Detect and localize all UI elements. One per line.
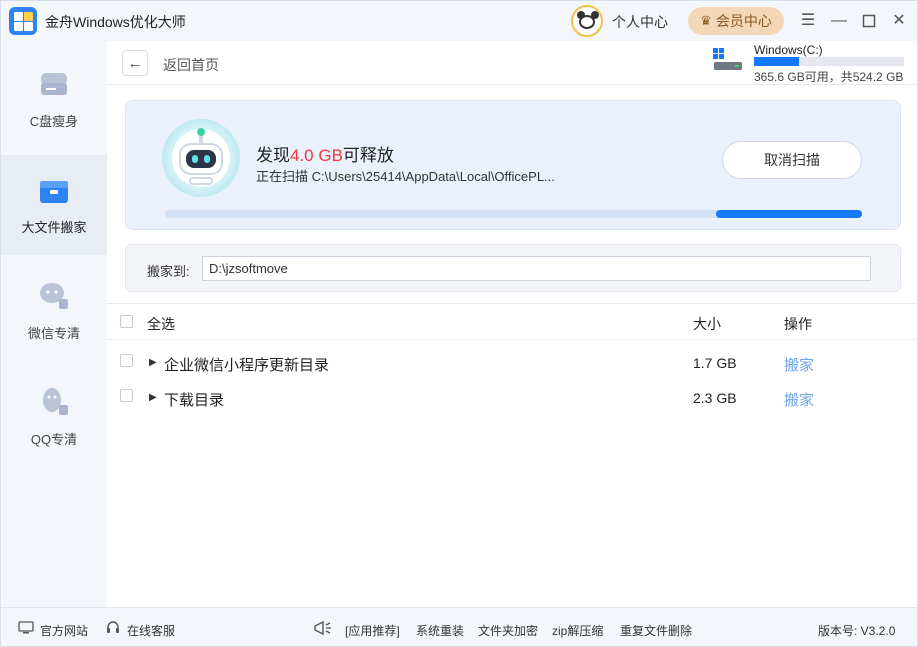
qq-clean-icon — [43, 388, 68, 415]
move-destination-label: 搬家到: — [147, 264, 190, 279]
move-action-link[interactable]: 搬家 — [784, 354, 814, 375]
title-bar: 金舟Windows优化大师 个人中心 ♛ 会员中心 ☰ — ✕ — [1, 1, 917, 41]
divider — [107, 84, 917, 85]
app-logo-icon — [9, 7, 37, 35]
footer-link-folder-encrypt[interactable]: 文件夹加密 — [478, 622, 538, 639]
app-title: 金舟Windows优化大师 — [45, 14, 186, 30]
row-checkbox[interactable] — [120, 389, 133, 402]
official-site-link[interactable]: 官方网站 — [40, 622, 88, 639]
app-recommend-link[interactable]: [应用推荐] — [345, 622, 400, 639]
row-size: 1.7 GB — [693, 355, 737, 371]
row-name: 企业微信小程序更新目录 — [164, 357, 330, 374]
sidebar-item-label: C盘瘦身 — [29, 114, 79, 129]
select-all-label[interactable]: 全选 — [147, 314, 175, 334]
row-size: 2.3 GB — [693, 390, 737, 406]
footer-link-zip[interactable]: zip解压缩 — [552, 622, 603, 639]
monitor-icon — [18, 621, 34, 634]
scan-status-card: 发现4.0 GB可释放 正在扫描 C:\Users\25414\AppData\… — [125, 100, 901, 230]
sidebar-item-wechat-clean[interactable]: 微信专清 — [1, 261, 107, 361]
sidebar-item-label: 大文件搬家 — [21, 220, 87, 235]
sidebar-item-qq-clean[interactable]: QQ专清 — [1, 367, 107, 467]
move-destination-input[interactable]: D:\jzsoftmove — [202, 256, 871, 281]
drive-usage-fill — [754, 57, 799, 66]
sidebar-item-label: 微信专清 — [27, 326, 80, 341]
column-header-size: 大小 — [693, 316, 721, 332]
user-center-link[interactable]: 个人中心 — [612, 12, 668, 32]
disk-icon — [41, 73, 67, 95]
windows-drive-icon — [713, 48, 742, 70]
cancel-scan-button[interactable]: 取消扫描 — [722, 141, 862, 179]
footer-link-system-reinstall[interactable]: 系统重装 — [416, 622, 464, 639]
footer-link-duplicate-delete[interactable]: 重复文件删除 — [620, 622, 692, 639]
expand-triangle-icon[interactable]: ▶ — [149, 357, 157, 368]
sidebar-item-large-file-move[interactable]: 大文件搬家 — [1, 155, 107, 255]
sidebar: C盘瘦身 大文件搬家 微信专清 QQ专清 — [1, 41, 107, 607]
user-avatar[interactable] — [571, 5, 603, 37]
close-icon[interactable]: ✕ — [889, 11, 909, 31]
found-size: 4.0 GB — [290, 146, 343, 165]
divider — [107, 303, 917, 304]
box-icon — [40, 181, 68, 203]
crown-icon: ♛ — [700, 13, 712, 28]
move-destination-row: 搬家到: D:\jzsoftmove — [125, 244, 901, 292]
robot-icon — [162, 119, 240, 197]
expand-triangle-icon[interactable]: ▶ — [149, 392, 157, 403]
minimize-icon[interactable]: — — [829, 11, 849, 31]
back-home-link[interactable]: 返回首页 — [163, 55, 219, 75]
footer-bar: 官方网站 在线客服 [应用推荐] 系统重装 文件夹加密 zip解压缩 重复文件删… — [1, 607, 917, 646]
row-checkbox[interactable] — [120, 354, 133, 367]
back-button[interactable]: ← — [122, 50, 148, 76]
menu-icon[interactable]: ☰ — [798, 11, 818, 31]
row-name: 下载目录 — [164, 392, 225, 409]
column-header-action: 操作 — [784, 316, 812, 332]
move-action-link[interactable]: 搬家 — [784, 389, 814, 410]
vip-center-label: 会员中心 — [715, 13, 772, 29]
sidebar-item-c-disk-slim[interactable]: C盘瘦身 — [1, 49, 107, 149]
drive-space-info: 365.6 GB可用，共524.2 GB — [754, 70, 904, 84]
version-label: 版本号: V3.2.0 — [818, 624, 896, 638]
found-suffix: 可释放 — [342, 146, 394, 165]
wechat-clean-icon — [40, 283, 68, 309]
drive-usage-bar — [754, 57, 904, 66]
found-prefix: 发现 — [256, 146, 290, 165]
scan-progress-bar — [165, 210, 862, 218]
sidebar-item-label: QQ专清 — [30, 432, 78, 447]
scanning-path: 正在扫描 C:\Users\25414\AppData\Local\Office… — [256, 169, 555, 184]
app-window: 金舟Windows优化大师 个人中心 ♛ 会员中心 ☰ — ✕ C盘瘦身 大文件… — [0, 0, 918, 647]
found-summary: 发现4.0 GB可释放 — [256, 141, 394, 166]
select-all-checkbox[interactable] — [120, 315, 133, 328]
vip-center-button[interactable]: ♛ 会员中心 — [688, 7, 784, 35]
headset-icon — [107, 621, 119, 633]
arrow-left-icon: ← — [127, 54, 143, 72]
maximize-icon[interactable] — [859, 11, 879, 31]
online-service-link[interactable]: 在线客服 — [127, 622, 175, 639]
divider — [107, 339, 917, 340]
scan-progress-fill — [715, 210, 862, 218]
drive-name: Windows(C:) — [754, 43, 823, 57]
megaphone-icon — [314, 620, 331, 636]
